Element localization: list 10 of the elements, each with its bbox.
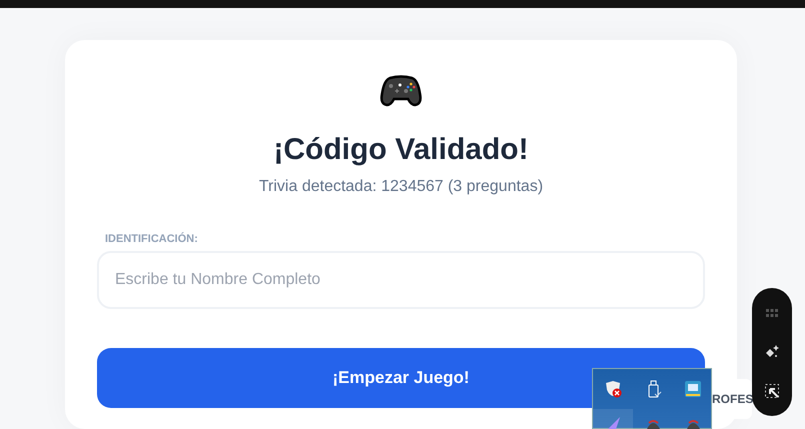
network-icon[interactable] — [684, 380, 702, 398]
card-title: ¡Código Validado! — [272, 132, 530, 168]
gamepad-icon — [380, 74, 422, 108]
select-region-icon[interactable] — [764, 382, 780, 399]
shield-icon[interactable] — [604, 380, 622, 398]
trivia-info: Trivia detectada: 1234567 (3 preguntas) — [258, 178, 544, 196]
name-input-field[interactable]: Escribe tu Nombre Completo — [97, 251, 705, 309]
sparkle-icon[interactable] — [764, 344, 780, 360]
field-label: IDENTIFICACIÓN: — [105, 233, 199, 245]
button-label: ROFES — [712, 392, 754, 406]
